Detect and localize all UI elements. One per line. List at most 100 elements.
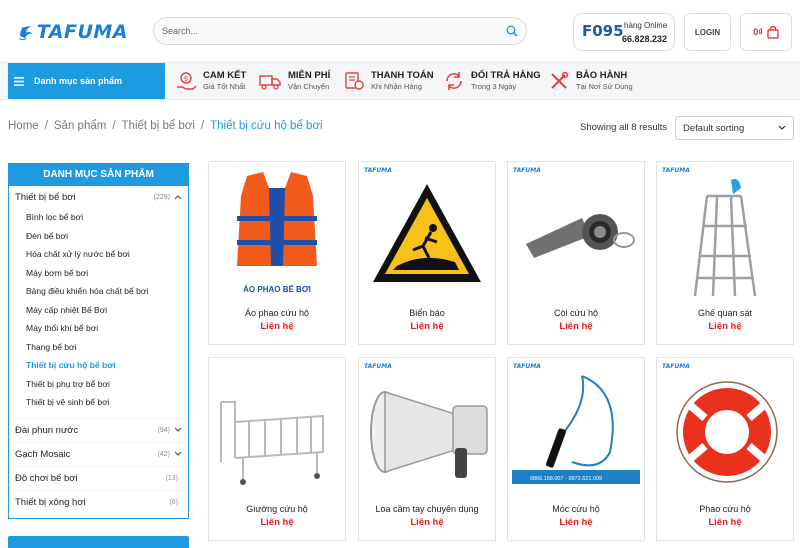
category-count: (94) bbox=[157, 426, 170, 434]
sidebar-subitem[interactable]: Bảng điều khiển hóa chất bể bơi bbox=[9, 282, 188, 301]
result-count: Showing all 8 results bbox=[580, 122, 668, 133]
cart-amount: 0₫ bbox=[753, 27, 763, 37]
sidebar-category-sauna[interactable]: Thiết bị xông hơi (6) bbox=[9, 489, 188, 514]
product-price: Liên hệ bbox=[410, 517, 444, 528]
breadcrumb: Home / Sản phẩm / Thiết bị bể bơi / Thiế… bbox=[8, 120, 323, 132]
whistle-image bbox=[526, 214, 635, 258]
category-label: Đài phun nước bbox=[15, 424, 79, 436]
product-name[interactable]: Còi cứu hộ bbox=[508, 308, 644, 318]
sidebar-subitem[interactable]: Bình lọc bể bơi bbox=[9, 208, 188, 227]
category-label: Thiết bị xông hơi bbox=[15, 496, 86, 508]
product-name[interactable]: Phao cứu hộ bbox=[657, 504, 793, 514]
product-name[interactable]: Biển báo bbox=[359, 308, 495, 318]
chevron-up-icon[interactable] bbox=[174, 194, 182, 200]
product-price: Liên hệ bbox=[260, 321, 294, 332]
chevron-down-icon bbox=[778, 125, 786, 130]
life-jacket-image: ÁO PHAO BỂ BƠI bbox=[237, 172, 317, 294]
product-price: Liên hệ bbox=[260, 517, 294, 528]
feature-sub: Tại Nơi Sử Dụng bbox=[576, 82, 633, 91]
product-name[interactable]: Áo phao cứu hộ bbox=[209, 308, 345, 318]
product-card[interactable]: TAFUMA Còi cứu hộ Liên hệ bbox=[507, 161, 645, 345]
hamburger-icon bbox=[14, 76, 24, 86]
chevron-down-icon[interactable] bbox=[174, 427, 182, 433]
payment-icon bbox=[345, 72, 364, 90]
sidebar-category-fountain[interactable]: Đài phun nước (94) bbox=[9, 417, 188, 442]
megaphone-image bbox=[370, 390, 488, 478]
category-count: (13) bbox=[165, 474, 178, 482]
category-menu-button[interactable]: Danh mục sản phẩm bbox=[8, 63, 165, 99]
sidebar-category-toys[interactable]: Đồ chơi bể bơi (13) bbox=[9, 465, 188, 490]
product-name[interactable]: Móc cứu hộ bbox=[508, 504, 644, 514]
product-card[interactable]: TAFUMA Ghế quan sát Liên hệ bbox=[656, 161, 794, 345]
product-name[interactable]: Loa cầm tay chuyên dụng bbox=[359, 504, 495, 514]
category-count: (42) bbox=[157, 450, 170, 458]
logo-text: TAFUMA bbox=[36, 21, 128, 43]
sidebar-subitem[interactable]: Thiết bị vệ sinh bể bơi bbox=[9, 393, 188, 412]
sidebar-subitem[interactable]: Máy cấp nhiệt Bể Bơi bbox=[9, 301, 188, 320]
image-footer: 0866.168.007 - 0972.621.009 bbox=[530, 476, 602, 482]
product-card[interactable]: Giường cứu hộ Liên hệ bbox=[208, 357, 346, 541]
feature-title: ĐỔI TRẢ HÀNG bbox=[471, 70, 541, 81]
login-button[interactable]: LOGIN bbox=[684, 13, 731, 51]
sidebar-subitem[interactable]: Đèn bể bơi bbox=[9, 227, 188, 246]
site-logo[interactable]: TAFUMA bbox=[18, 12, 128, 52]
category-count: (6) bbox=[169, 498, 178, 506]
feature-sub: Vận Chuyển bbox=[288, 82, 330, 91]
feature-return[interactable]: ĐỔI TRẢ HÀNG Trong 3 Ngày bbox=[443, 68, 541, 94]
sidebar-subitem[interactable]: Thiết bị phụ trợ bể bơi bbox=[9, 375, 188, 394]
sort-select[interactable]: Default sorting bbox=[675, 116, 794, 140]
feature-title: THANH TOÁN bbox=[371, 70, 434, 81]
sidebar-subitem[interactable]: Máy bơm bể bơi bbox=[9, 264, 188, 283]
sidebar-title: DANH MỤC SẢN PHẨM bbox=[9, 164, 188, 186]
product-card[interactable]: ÁO PHAO BỂ BƠI Áo phao cứu hộ Liên hệ bbox=[208, 161, 346, 345]
product-name[interactable]: Ghế quan sát bbox=[657, 308, 793, 318]
feature-sub: Khi Nhận Hàng bbox=[371, 82, 422, 91]
feature-payment[interactable]: THANH TOÁN Khi Nhận Hàng bbox=[343, 68, 434, 94]
category-menu-label: Danh mục sản phẩm bbox=[34, 76, 123, 86]
breadcrumb-pool-equipment[interactable]: Thiết bị bể bơi bbox=[122, 120, 195, 132]
sort-selected-value: Default sorting bbox=[683, 122, 745, 134]
feature-title: BẢO HÀNH bbox=[576, 70, 628, 81]
product-price: Liên hệ bbox=[559, 517, 593, 528]
lifeguard-chair-image bbox=[693, 179, 757, 297]
hotline-label: hàng Online bbox=[624, 21, 668, 30]
life-ring-image bbox=[676, 381, 778, 483]
hotline-number: 66.828.232 bbox=[622, 34, 668, 44]
sidebar-subitem-active[interactable]: Thiết bị cứu hộ bể bơi bbox=[9, 356, 188, 375]
price-hand-icon: $ bbox=[177, 72, 197, 90]
sidebar-subitem[interactable]: Máy thổi khí bể bơi bbox=[9, 319, 188, 338]
product-price: Liên hệ bbox=[559, 321, 593, 332]
breadcrumb-separator: / bbox=[200, 120, 205, 132]
dolphin-logo-icon bbox=[18, 26, 33, 40]
return-icon bbox=[446, 72, 462, 90]
feature-warranty[interactable]: BẢO HÀNH Tại Nơi Sử Dụng bbox=[548, 68, 633, 94]
breadcrumb-home[interactable]: Home bbox=[8, 120, 39, 132]
breadcrumb-products[interactable]: Sản phẩm bbox=[54, 120, 106, 132]
category-label: Gạch Mosaic bbox=[15, 448, 71, 460]
shopping-bag-icon bbox=[767, 25, 779, 39]
chevron-down-icon[interactable] bbox=[174, 451, 182, 457]
warning-sign-image bbox=[373, 184, 481, 282]
product-card[interactable]: TAFUMA Phao cứu hộ Liên hệ bbox=[656, 357, 794, 541]
category-label: Đồ chơi bể bơi bbox=[15, 472, 78, 484]
product-card[interactable]: TAFUMA Biển báo Liên hệ bbox=[358, 161, 496, 345]
sidebar-subitem[interactable]: Thang bể bơi bbox=[9, 338, 188, 357]
search-icon[interactable] bbox=[506, 25, 518, 37]
sidebar-subitem[interactable]: Hóa chất xử lý nước bể bơi bbox=[9, 245, 188, 264]
product-card[interactable]: TAFUMA 0866.168.007 - 0972.621.009 Móc c… bbox=[507, 357, 645, 541]
rescue-bed-image bbox=[220, 401, 324, 485]
product-price: Liên hệ bbox=[410, 321, 444, 332]
feature-price[interactable]: $ CAM KẾT Giá Tốt Nhất bbox=[175, 68, 246, 94]
hotline-box[interactable]: F095 hàng Online 66.828.232 bbox=[573, 13, 675, 51]
feature-shipping[interactable]: MIỄN PHÍ Vận Chuyển bbox=[258, 68, 330, 94]
search-input[interactable] bbox=[162, 26, 506, 36]
product-price: Liên hệ bbox=[708, 517, 742, 528]
product-card[interactable]: TAFUMA Loa cầm tay chuyên dụng Liên hệ bbox=[358, 357, 496, 541]
feature-title: MIỄN PHÍ bbox=[288, 70, 331, 81]
cart-button[interactable]: 0₫ bbox=[740, 13, 792, 51]
sidebar-category-mosaic[interactable]: Gạch Mosaic (42) bbox=[9, 441, 188, 466]
rescue-hook-image: 0866.168.007 - 0972.621.009 bbox=[512, 375, 640, 484]
sidebar-category-pool-equipment[interactable]: Thiết bị bể bơi (229) bbox=[9, 186, 188, 208]
feature-sub: Trong 3 Ngày bbox=[471, 82, 517, 91]
product-name[interactable]: Giường cứu hộ bbox=[209, 504, 345, 514]
